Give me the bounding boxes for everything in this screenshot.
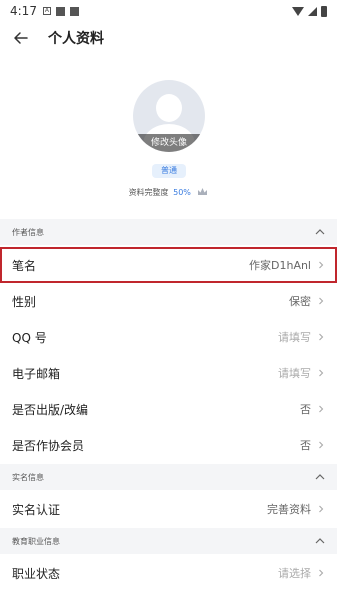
level-badge: 普通 bbox=[152, 164, 186, 178]
chevron-right-icon bbox=[319, 297, 324, 305]
row-qq[interactable]: QQ 号 请填写 bbox=[0, 319, 337, 355]
row-realname-verification[interactable]: 实名认证 完善资料 bbox=[0, 491, 337, 527]
row-career-status[interactable]: 职业状态 请选择 bbox=[0, 555, 337, 591]
row-label: 电子邮箱 bbox=[12, 366, 61, 381]
chevron-right-icon bbox=[319, 505, 324, 513]
chevron-right-icon bbox=[319, 261, 324, 269]
title-bar: 个人资料 bbox=[0, 22, 337, 54]
section-realname-info[interactable]: 实名信息 bbox=[0, 464, 337, 490]
row-label: 是否出版/改编 bbox=[12, 402, 89, 417]
back-arrow-icon[interactable] bbox=[12, 29, 30, 47]
chevron-up-icon[interactable] bbox=[315, 473, 325, 482]
section-title: 教育职业信息 bbox=[12, 536, 60, 546]
signal-icon bbox=[308, 6, 317, 16]
chevron-right-icon bbox=[319, 405, 324, 413]
notification-a-icon: A bbox=[42, 7, 51, 15]
status-time: 4:17 bbox=[10, 4, 37, 18]
row-writers-association[interactable]: 是否作协会员 否 bbox=[0, 427, 337, 463]
row-value: 请填写 bbox=[278, 367, 311, 380]
avatar[interactable]: 修改头像 bbox=[133, 80, 205, 152]
row-pen-name[interactable]: 笔名 作家D1hAnl bbox=[0, 247, 337, 283]
section-author-info[interactable]: 作者信息 bbox=[0, 219, 337, 245]
row-label: 职业状态 bbox=[12, 566, 61, 581]
status-bar: 4:17 A bbox=[0, 0, 337, 22]
row-value: 请填写 bbox=[278, 331, 311, 344]
battery-icon bbox=[321, 5, 327, 17]
chevron-right-icon bbox=[319, 333, 324, 341]
row-label: QQ 号 bbox=[12, 330, 47, 345]
row-gender[interactable]: 性别 保密 bbox=[0, 283, 337, 319]
chevron-right-icon bbox=[319, 441, 324, 449]
row-label: 是否作协会员 bbox=[12, 438, 85, 453]
chevron-right-icon bbox=[319, 569, 324, 577]
section-career-info[interactable]: 教育职业信息 bbox=[0, 528, 337, 554]
crown-icon bbox=[197, 187, 208, 199]
profile-summary: 修改头像 普通 资料完整度 50% bbox=[0, 80, 337, 206]
chevron-up-icon[interactable] bbox=[315, 228, 325, 237]
row-email[interactable]: 电子邮箱 请填写 bbox=[0, 355, 337, 391]
notification-square-icon-2 bbox=[69, 6, 79, 16]
profile-completeness: 资料完整度 50% bbox=[0, 187, 337, 199]
row-label: 笔名 bbox=[12, 258, 37, 273]
completeness-value: 50% bbox=[173, 188, 191, 197]
page-title: 个人资料 bbox=[48, 31, 104, 47]
row-value: 作家D1hAnl bbox=[249, 259, 311, 272]
status-indicators bbox=[292, 5, 327, 17]
row-value: 否 bbox=[300, 439, 311, 452]
row-value: 保密 bbox=[289, 295, 311, 308]
row-value: 否 bbox=[300, 403, 311, 416]
row-published[interactable]: 是否出版/改编 否 bbox=[0, 391, 337, 427]
avatar-placeholder-head bbox=[156, 94, 182, 122]
row-label: 实名认证 bbox=[12, 502, 61, 517]
row-value: 请选择 bbox=[278, 567, 311, 580]
row-value: 完善资料 bbox=[267, 503, 311, 516]
avatar-edit-label[interactable]: 修改头像 bbox=[133, 134, 205, 152]
completeness-label: 资料完整度 bbox=[128, 188, 169, 197]
wifi-icon bbox=[292, 6, 304, 16]
section-title: 作者信息 bbox=[12, 227, 44, 237]
row-label: 性别 bbox=[12, 294, 37, 309]
section-title: 实名信息 bbox=[12, 472, 44, 482]
chevron-up-icon[interactable] bbox=[315, 537, 325, 546]
chevron-right-icon bbox=[319, 369, 324, 377]
notification-square-icon bbox=[55, 6, 65, 16]
